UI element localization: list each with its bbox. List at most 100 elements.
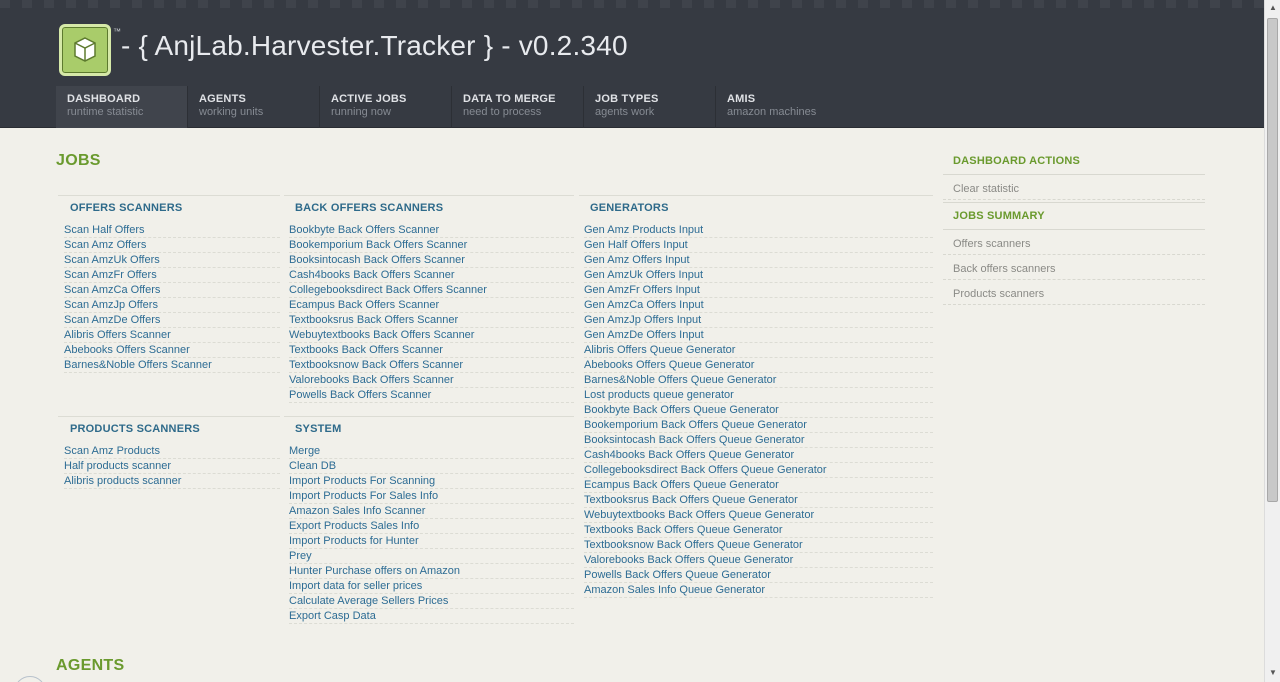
generators-list: Gen Amz Products Input Gen Half Offers In…	[579, 223, 933, 598]
job-link[interactable]: Calculate Average Sellers Prices	[289, 594, 574, 609]
nav-active-jobs[interactable]: ACTIVE JOBS running now	[320, 86, 452, 128]
generators-section: GENERATORS Gen Amz Products Input Gen Hal…	[579, 195, 933, 598]
right-sidebar: DASHBOARD ACTIONS Clear statistic JOBS S…	[943, 148, 1205, 305]
job-link[interactable]: Export Products Sales Info	[289, 519, 574, 534]
job-link[interactable]: Alibris Offers Queue Generator	[584, 343, 933, 358]
job-link[interactable]: Scan Amz Products	[64, 444, 280, 459]
header-stripe	[0, 0, 1264, 8]
job-link[interactable]: Valorebooks Back Offers Scanner	[289, 373, 574, 388]
job-link[interactable]: Booksintocash Back Offers Scanner	[289, 253, 574, 268]
job-link[interactable]: Textbooksnow Back Offers Queue Generator	[584, 538, 933, 553]
job-link[interactable]: Webuytextbooks Back Offers Scanner	[289, 328, 574, 343]
nav-label: ACTIVE JOBS	[331, 93, 407, 105]
job-link[interactable]: Half products scanner	[64, 459, 280, 474]
job-link[interactable]: Barnes&Noble Offers Scanner	[64, 358, 280, 373]
scroll-down-icon[interactable]: ▼	[1268, 668, 1278, 678]
job-link[interactable]: Valorebooks Back Offers Queue Generator	[584, 553, 933, 568]
job-link[interactable]: Scan AmzJp Offers	[64, 298, 280, 313]
job-link[interactable]: Powells Back Offers Scanner	[289, 388, 574, 403]
nav-amis[interactable]: AMIS amazon machines	[716, 86, 848, 128]
job-link[interactable]: Alibris products scanner	[64, 474, 280, 489]
job-link[interactable]: Webuytextbooks Back Offers Queue Generat…	[584, 508, 933, 523]
job-link[interactable]: Import data for seller prices	[289, 579, 574, 594]
offers-scanners-section: OFFERS SCANNERS Scan Half Offers Scan Amz…	[58, 195, 280, 373]
job-link[interactable]: Scan AmzUk Offers	[64, 253, 280, 268]
section-title: SYSTEM	[295, 423, 342, 435]
job-link[interactable]: Gen AmzFr Offers Input	[584, 283, 933, 298]
job-link[interactable]: Powells Back Offers Queue Generator	[584, 568, 933, 583]
job-link[interactable]: Abebooks Offers Queue Generator	[584, 358, 933, 373]
nav-sublabel: agents work	[595, 106, 655, 118]
job-link[interactable]: Clean DB	[289, 459, 574, 474]
job-link[interactable]: Collegebooksdirect Back Offers Queue Gen…	[584, 463, 933, 478]
job-link[interactable]: Bookbyte Back Offers Scanner	[289, 223, 574, 238]
job-link[interactable]: Export Casp Data	[289, 609, 574, 624]
job-link[interactable]: Scan Amz Offers	[64, 238, 280, 253]
job-link[interactable]: Textbooksnow Back Offers Scanner	[289, 358, 574, 373]
products-scanners-list: Scan Amz Products Half products scanner Al…	[58, 444, 280, 489]
summary-products-scanners[interactable]: Products scanners	[943, 280, 1205, 305]
job-link[interactable]: Amazon Sales Info Queue Generator	[584, 583, 933, 598]
job-link[interactable]: Textbooksrus Back Offers Scanner	[289, 313, 574, 328]
nav-data-to-merge[interactable]: DATA TO MERGE need to process	[452, 86, 584, 128]
agents-heading: AGENTS	[56, 657, 125, 674]
job-link[interactable]: Amazon Sales Info Scanner	[289, 504, 574, 519]
job-link[interactable]: Bookemporium Back Offers Scanner	[289, 238, 574, 253]
summary-offers-scanners[interactable]: Offers scanners	[943, 230, 1205, 255]
nav-sublabel: amazon machines	[727, 106, 817, 118]
job-link[interactable]: Merge	[289, 444, 574, 459]
job-link[interactable]: Gen Amz Offers Input	[584, 253, 933, 268]
back-offers-scanners-list: Bookbyte Back Offers Scanner Bookemporium…	[284, 223, 574, 403]
job-link[interactable]: Scan AmzFr Offers	[64, 268, 280, 283]
nav-label: AGENTS	[199, 93, 247, 105]
job-link[interactable]: Textbooks Back Offers Scanner	[289, 343, 574, 358]
job-link[interactable]: Abebooks Offers Scanner	[64, 343, 280, 358]
dashboard-actions-title: DASHBOARD ACTIONS	[953, 155, 1081, 167]
scroll-thumb[interactable]	[1267, 18, 1278, 502]
nav-job-types[interactable]: JOB TYPES agents work	[584, 86, 716, 128]
job-link[interactable]: Gen Amz Products Input	[584, 223, 933, 238]
nav-sublabel: working units	[199, 106, 264, 118]
job-link[interactable]: Gen Half Offers Input	[584, 238, 933, 253]
job-link[interactable]: Cash4books Back Offers Scanner	[289, 268, 574, 283]
page-scrollbar[interactable]: ▲ ▼	[1264, 0, 1280, 682]
nav-dashboard[interactable]: DASHBOARD runtime statistic	[56, 86, 188, 128]
nav-sublabel: runtime statistic	[67, 106, 144, 118]
job-link[interactable]: Alibris Offers Scanner	[64, 328, 280, 343]
job-link[interactable]: Gen AmzDe Offers Input	[584, 328, 933, 343]
job-link[interactable]: Lost products queue generator	[584, 388, 933, 403]
nav-agents[interactable]: AGENTS working units	[188, 86, 320, 128]
job-link[interactable]: Bookbyte Back Offers Queue Generator	[584, 403, 933, 418]
job-link[interactable]: Textbooksrus Back Offers Queue Generator	[584, 493, 933, 508]
jobs-summary-title: JOBS SUMMARY	[953, 210, 1045, 222]
job-link[interactable]: Import Products For Scanning	[289, 474, 574, 489]
job-link[interactable]: Cash4books Back Offers Queue Generator	[584, 448, 933, 463]
job-link[interactable]: Scan Half Offers	[64, 223, 280, 238]
job-link[interactable]: Bookemporium Back Offers Queue Generator	[584, 418, 933, 433]
clear-statistic-link[interactable]: Clear statistic	[943, 175, 1205, 200]
job-link[interactable]: Ecampus Back Offers Queue Generator	[584, 478, 933, 493]
job-link[interactable]: Ecampus Back Offers Scanner	[289, 298, 574, 313]
top-header: ™ - { AnjLab.Harvester.Tracker } - v0.2.…	[0, 0, 1264, 128]
job-link[interactable]: Import Products for Hunter	[289, 534, 574, 549]
job-link[interactable]: Scan AmzCa Offers	[64, 283, 280, 298]
job-link[interactable]: Hunter Purchase offers on Amazon	[289, 564, 574, 579]
job-link[interactable]: Import Products For Sales Info	[289, 489, 574, 504]
back-offers-scanners-section: BACK OFFERS SCANNERS Bookbyte Back Offer…	[284, 195, 574, 403]
job-link[interactable]: Barnes&Noble Offers Queue Generator	[584, 373, 933, 388]
job-link[interactable]: Scan AmzDe Offers	[64, 313, 280, 328]
job-link[interactable]: Prey	[289, 549, 574, 564]
products-scanners-section: PRODUCTS SCANNERS Scan Amz Products Half …	[58, 416, 280, 489]
job-link[interactable]: Booksintocash Back Offers Queue Generato…	[584, 433, 933, 448]
job-link[interactable]: Gen AmzUk Offers Input	[584, 268, 933, 283]
app-title: - { AnjLab.Harvester.Tracker } - v0.2.34…	[121, 30, 628, 61]
box-logo-icon[interactable]	[59, 24, 111, 76]
job-link[interactable]: Textbooks Back Offers Queue Generator	[584, 523, 933, 538]
offers-scanners-list: Scan Half Offers Scan Amz Offers Scan AmzU…	[58, 223, 280, 373]
job-link[interactable]: Gen AmzCa Offers Input	[584, 298, 933, 313]
summary-back-offers-scanners[interactable]: Back offers scanners	[943, 255, 1205, 280]
scroll-up-icon[interactable]: ▲	[1268, 3, 1278, 13]
job-link[interactable]: Collegebooksdirect Back Offers Scanner	[289, 283, 574, 298]
jobs-heading: JOBS	[56, 152, 101, 169]
job-link[interactable]: Gen AmzJp Offers Input	[584, 313, 933, 328]
